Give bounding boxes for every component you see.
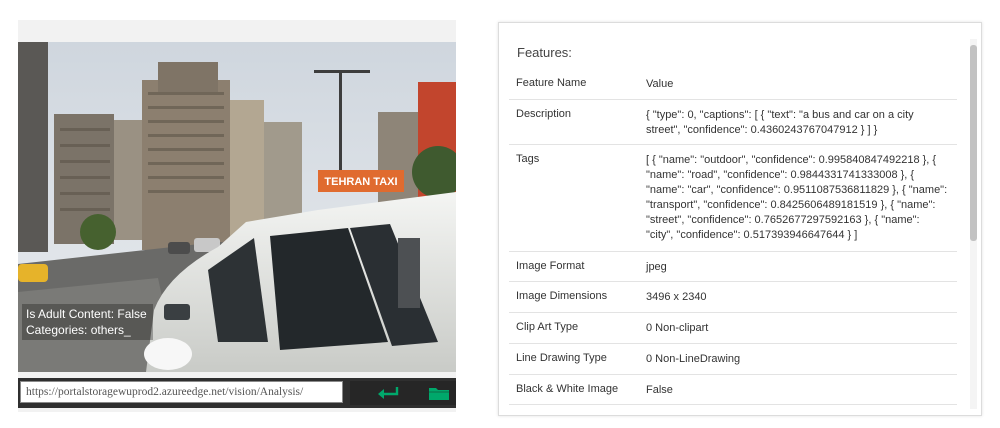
table-row: Image Format jpeg bbox=[509, 251, 957, 282]
table-row: Clip Art Type 0 Non-clipart bbox=[509, 312, 957, 344]
features-scrollbar[interactable] bbox=[970, 39, 977, 409]
url-bar bbox=[18, 378, 456, 408]
table-header-row: Feature Name Value bbox=[509, 69, 957, 100]
column-header-value: Value bbox=[646, 69, 957, 100]
feature-value-cell: 3496 x 2340 bbox=[646, 281, 957, 313]
adult-content-label: Is Adult Content: False bbox=[26, 307, 147, 321]
categories-label: Categories: others_ bbox=[26, 323, 131, 337]
feature-name-cell: Black & White Image bbox=[509, 374, 646, 405]
feature-name-cell: Line Drawing Type bbox=[509, 343, 646, 375]
feature-name-cell: Clip Art Type bbox=[509, 312, 646, 344]
features-title: Features: bbox=[517, 45, 572, 60]
feature-value-cell: { "type": 0, "captions": [ { "text": "a … bbox=[646, 99, 957, 145]
folder-icon bbox=[429, 388, 449, 400]
table-row: Tags [ { "name": "outdoor", "confidence"… bbox=[509, 144, 957, 252]
feature-value-cell: [ { "name": "outdoor", "confidence": 0.9… bbox=[646, 144, 957, 252]
table-row: Black & White Image False bbox=[509, 374, 957, 405]
features-table: Feature Name Value Description { "type":… bbox=[509, 69, 957, 405]
feature-value-cell: False bbox=[646, 374, 957, 405]
enter-arrow-icon bbox=[378, 387, 399, 399]
feature-name-cell: Image Format bbox=[509, 251, 646, 282]
table-row: Image Dimensions 3496 x 2340 bbox=[509, 281, 957, 313]
table-row: Description { "type": 0, "captions": [ {… bbox=[509, 99, 957, 145]
submit-url-button[interactable] bbox=[350, 381, 428, 405]
taxi-sign-text: TEHRAN TAXI bbox=[324, 176, 397, 188]
table-row: Line Drawing Type 0 Non-LineDrawing bbox=[509, 343, 957, 375]
feature-value-cell: 0 Non-clipart bbox=[646, 312, 957, 344]
scrollbar-thumb[interactable] bbox=[970, 45, 977, 241]
feature-name-cell: Tags bbox=[509, 144, 646, 252]
analysis-overlay: Is Adult Content: False Categories: othe… bbox=[22, 304, 153, 340]
column-header-feature-name: Feature Name bbox=[509, 69, 646, 100]
feature-value-cell: jpeg bbox=[646, 251, 957, 282]
feature-name-cell: Description bbox=[509, 99, 646, 145]
feature-value-cell: 0 Non-LineDrawing bbox=[646, 343, 957, 375]
feature-name-cell: Image Dimensions bbox=[509, 281, 646, 313]
image-url-input[interactable] bbox=[20, 381, 343, 403]
image-analysis-panel: TEHRAN TAXI Is Adult Content: False Cate… bbox=[18, 20, 456, 412]
upload-image-button[interactable] bbox=[422, 381, 456, 405]
features-panel: Features: Feature Name Value Description… bbox=[498, 22, 982, 416]
